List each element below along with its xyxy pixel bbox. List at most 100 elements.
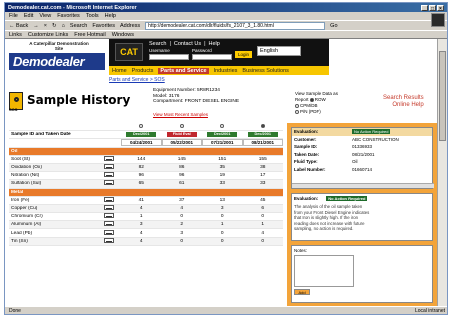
sample-radio[interactable]: [179, 123, 184, 128]
vertical-scrollbar[interactable]: [437, 39, 447, 308]
search-link[interactable]: Search: [149, 41, 166, 47]
report-row-radio[interactable]: [309, 97, 314, 102]
link-hotmail[interactable]: Free Hotmail: [74, 32, 105, 38]
report-pdf-radio[interactable]: [295, 109, 299, 114]
refresh-button[interactable]: ↻: [52, 23, 57, 29]
table-cell: 151: [218, 156, 227, 162]
trend-graph-icon[interactable]: [104, 213, 114, 219]
add-note-button[interactable]: Add: [294, 289, 310, 295]
menu-edit[interactable]: Edit: [24, 13, 33, 19]
login-button[interactable]: Login: [235, 51, 253, 58]
username-field[interactable]: [149, 54, 189, 60]
sample-radio[interactable]: [220, 123, 225, 128]
sample-radio[interactable]: [260, 123, 265, 128]
address-input[interactable]: http://demodealer.cat.com/dlr/fluids/fs_…: [145, 21, 326, 30]
view-recent-link[interactable]: View Most Recent Samples: [153, 112, 208, 117]
nav-business-solutions[interactable]: Business Solutions: [242, 68, 288, 74]
stop-button[interactable]: ×: [44, 23, 47, 29]
table-cell: 65: [138, 181, 144, 187]
login-form: Username Password Login: [149, 48, 253, 60]
nav-products[interactable]: Products: [132, 68, 154, 74]
search-button[interactable]: Search: [70, 23, 87, 29]
trend-graph-icon[interactable]: [104, 164, 114, 170]
table-cell: 4: [180, 205, 184, 211]
sample-date[interactable]: 08/21/2001: [242, 139, 283, 147]
equipment-info: Equipment Number: 5R8R1234 Model: 3176 C…: [153, 88, 239, 105]
table-row: Oxidation (Ox) 82 86 35 38: [9, 163, 283, 173]
report-label: Report: [295, 97, 309, 102]
nav-home[interactable]: Home: [112, 68, 127, 74]
trend-graph-icon[interactable]: [104, 196, 114, 202]
trend-graph-icon[interactable]: [104, 229, 114, 235]
top-links: Search | Contact Us | Help: [149, 41, 220, 47]
language-select[interactable]: English: [257, 46, 301, 56]
browser-window: Demodealer.cat.com - Microsoft Internet …: [4, 2, 448, 315]
breadcrumb[interactable]: Parts and Service > SOS: [109, 77, 165, 83]
table-cell: 0: [220, 238, 224, 244]
title-bar: Demodealer.cat.com - Microsoft Internet …: [5, 3, 447, 12]
report-cpm-radio[interactable]: [295, 103, 299, 108]
horizontal-scrollbar[interactable]: [292, 183, 434, 188]
title-row: SOS Sample History Equipment Number: 5R8…: [5, 85, 439, 117]
notes-label: Notes:: [294, 248, 308, 253]
summary-text: The analysis of the oil sample taken fro…: [294, 204, 370, 231]
online-help-link[interactable]: Online Help: [383, 102, 423, 109]
menu-help[interactable]: Help: [105, 13, 116, 19]
table-cell: 96: [138, 173, 144, 179]
links-bar: Links Customize Links Free Hotmail Windo…: [5, 30, 447, 39]
trend-graph-icon[interactable]: [104, 204, 114, 210]
sample-radio[interactable]: [139, 123, 144, 128]
sample-date[interactable]: 07/21/2001: [202, 139, 243, 147]
table-cell: 0: [220, 230, 224, 236]
forward-button[interactable]: →: [33, 23, 39, 29]
table-cell: 33: [219, 181, 225, 187]
trend-graph-icon[interactable]: [104, 155, 114, 161]
help-link[interactable]: Help: [209, 41, 220, 47]
home-button[interactable]: ⌂: [62, 23, 65, 29]
report-pdf-label: P/N (PDF): [300, 109, 321, 114]
table-cell: 1: [261, 222, 265, 228]
back-button[interactable]: ← Back: [9, 23, 28, 29]
trend-graph-icon[interactable]: [104, 172, 114, 178]
favorites-button[interactable]: Favorites: [92, 23, 115, 29]
trend-graph-icon[interactable]: [104, 221, 114, 227]
status-bar: Done Local intranet: [5, 306, 447, 314]
trend-graph-icon[interactable]: [104, 237, 114, 243]
table-row: Copper (Cu) 4 4 3 6: [9, 204, 283, 214]
cat-logo[interactable]: CAT: [115, 43, 143, 61]
password-field[interactable]: [192, 54, 232, 60]
nav-industries[interactable]: Industries: [214, 68, 238, 74]
nav-parts-service[interactable]: Parts and Service: [158, 67, 209, 74]
site-logo[interactable]: Demodealer: [9, 53, 105, 70]
sos-label: SOS: [9, 107, 18, 112]
section-header: Metal: [9, 188, 283, 197]
logo-tagline: A Caterpillar Demonstration Site: [29, 41, 89, 51]
maximize-button[interactable]: □: [429, 4, 436, 12]
eval-key: Sample ID:: [294, 144, 318, 150]
sample-date[interactable]: 04/24/2001: [121, 139, 162, 147]
table-cell: 0: [220, 214, 224, 220]
evaluation-details: Evaluation: No Action Required Customer: A…: [291, 127, 434, 189]
address-label: Address: [119, 22, 141, 29]
search-results-link[interactable]: Search Results: [383, 95, 424, 102]
close-button[interactable]: ×: [437, 4, 444, 12]
scroll-thumb[interactable]: [439, 51, 446, 141]
menu-tools[interactable]: Tools: [86, 13, 99, 19]
section-label: Metal: [11, 189, 24, 195]
menu-bar: File Edit View Favorites Tools Help: [5, 12, 447, 27]
contact-link[interactable]: Contact Us: [174, 41, 201, 47]
link-customize[interactable]: Customize Links: [28, 32, 68, 38]
trend-graph-icon[interactable]: [104, 180, 114, 186]
menu-file[interactable]: File: [9, 13, 18, 19]
notes-textarea[interactable]: [294, 255, 354, 287]
link-windows[interactable]: Windows: [112, 32, 134, 38]
table-cell: 96: [179, 173, 185, 179]
go-button[interactable]: Go: [330, 23, 337, 29]
menu-view[interactable]: View: [39, 13, 51, 19]
menu-favorites[interactable]: Favorites: [57, 13, 80, 19]
links-label: Links: [9, 31, 22, 38]
sample-date[interactable]: 05/22/2001: [161, 139, 202, 147]
minimize-button[interactable]: _: [421, 4, 428, 12]
password-label: Password: [192, 48, 212, 53]
eval-status-badge: No Action Required: [352, 129, 391, 135]
